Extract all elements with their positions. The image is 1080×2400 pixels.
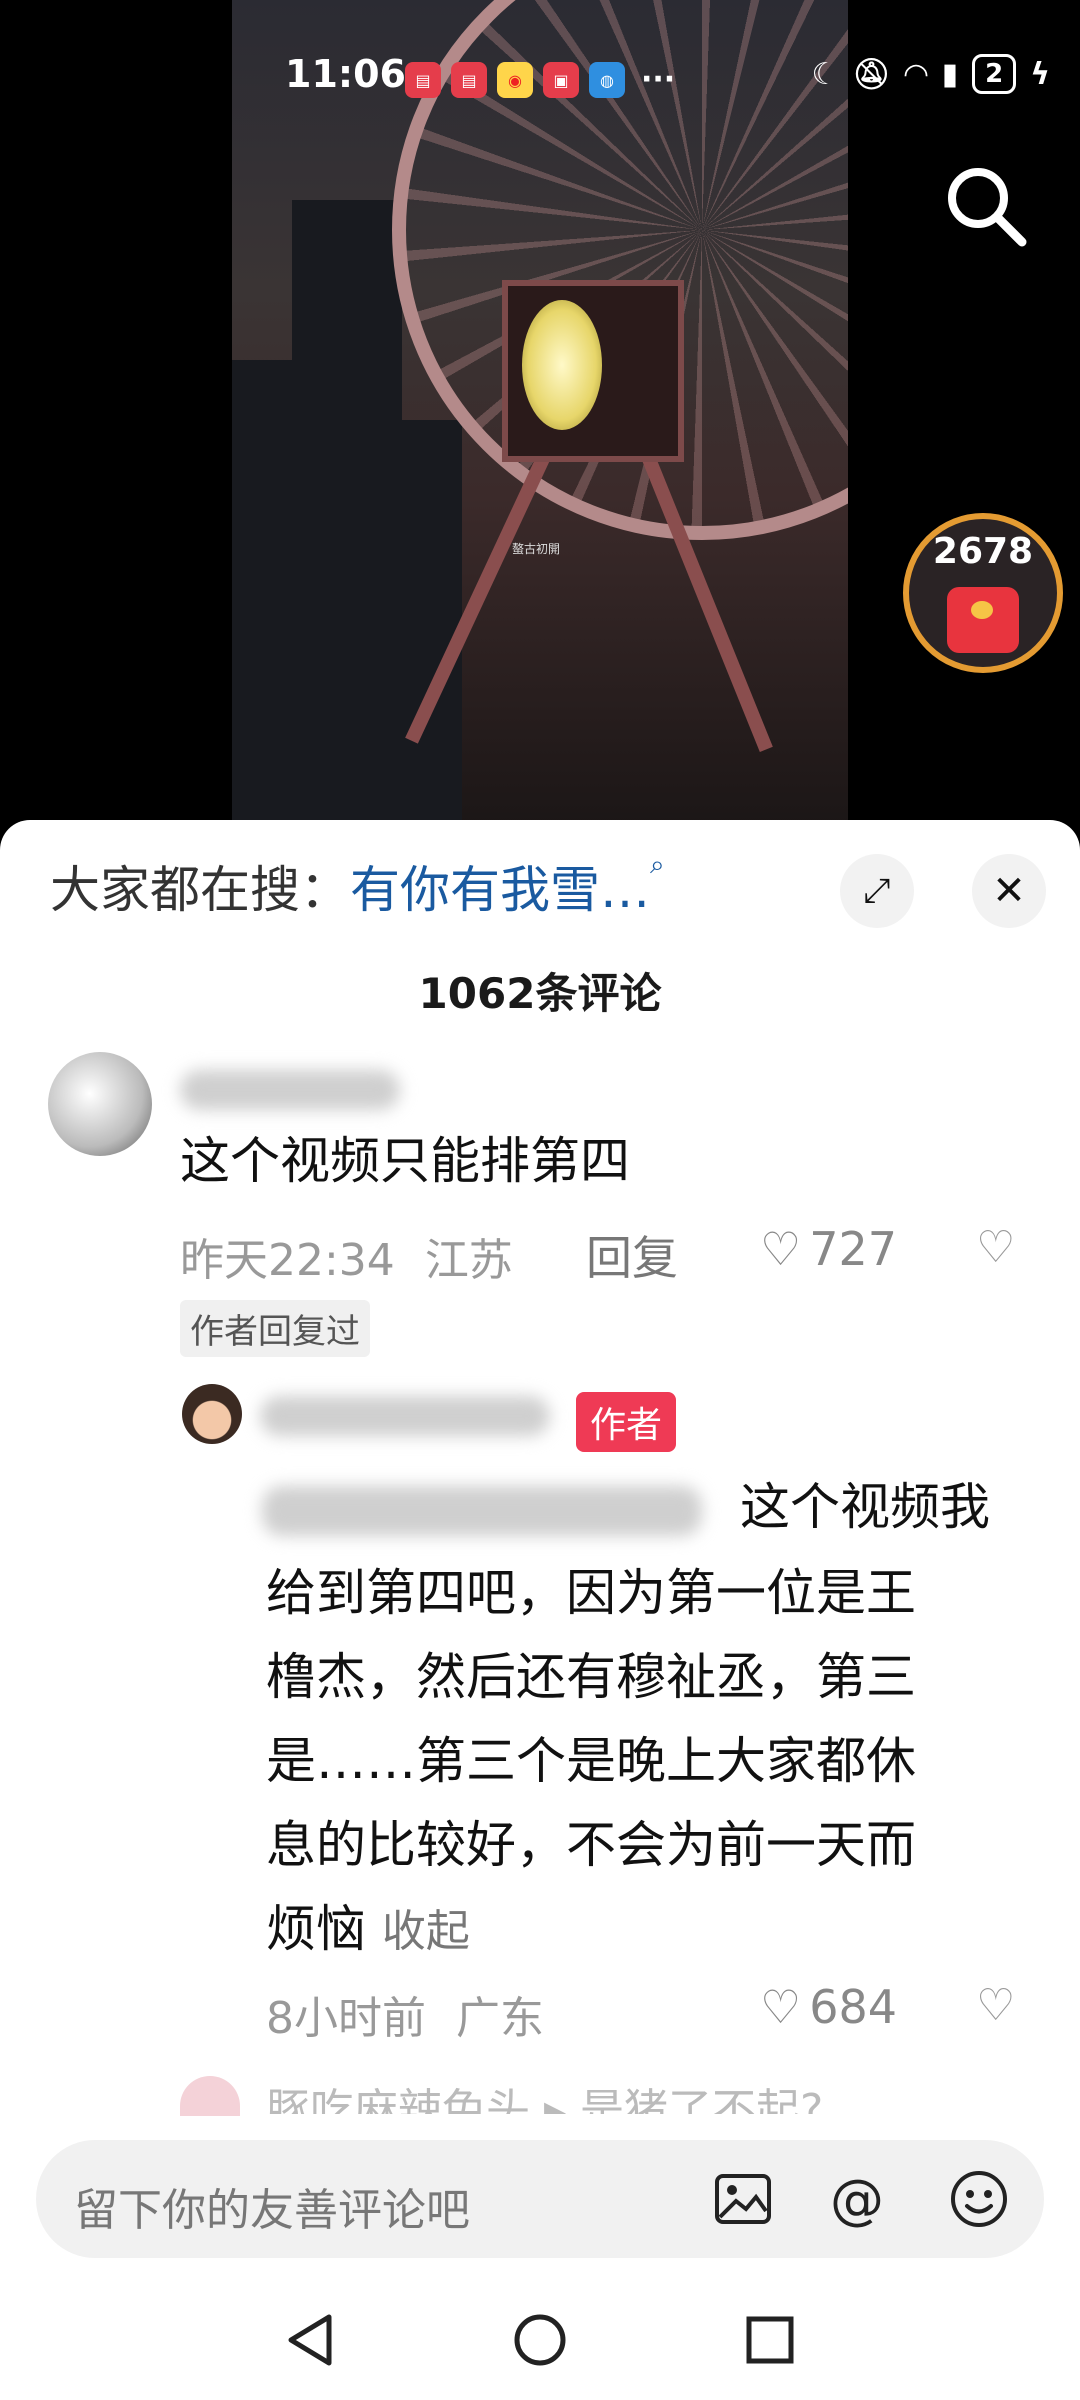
comment-time: 昨天22:34 <box>180 1235 395 1286</box>
author-name-blurred[interactable] <box>260 1396 550 1436</box>
reply-text-line: 这个视频我 <box>740 1478 990 1536</box>
emoji-icon <box>951 2171 1007 2227</box>
alert-icon: ▮ <box>941 56 959 92</box>
wifi-icon: ◠ <box>904 56 928 92</box>
building <box>232 360 312 830</box>
like-button[interactable]: ♡ 727 <box>760 1222 897 1276</box>
video-frame[interactable]: 螯古初開 <box>232 0 848 830</box>
expand-button[interactable]: ⤢ <box>840 854 914 928</box>
reply-like-count: 684 <box>809 1980 898 2034</box>
reply-text-line: 息的比较好，不会为前一天而 <box>266 1816 916 1874</box>
home-button[interactable] <box>510 2310 570 2370</box>
next-comment-preview[interactable]: 豚吃麻辣兔头 ▸ 是猪了不起? <box>266 2074 823 2114</box>
hub-light <box>522 300 602 430</box>
comment-input-bar[interactable]: 留下你的友善评论吧 @ <box>36 2140 1044 2258</box>
emoji-button[interactable] <box>948 2168 1010 2230</box>
video-watermark: 螯古初開 <box>512 542 561 556</box>
comment-location: 江苏 <box>424 1235 513 1286</box>
reply-like-button[interactable]: ♡ 684 <box>760 1980 897 2034</box>
weibo-icon: ◉ <box>497 62 533 98</box>
comment-meta: 昨天22:34 江苏 <box>180 1224 513 1288</box>
reply-text-line: 是……第三个是晚上大家都休 <box>266 1732 916 1790</box>
collapse-button[interactable]: 收起 <box>382 1906 470 1957</box>
reply-time: 8小时前 <box>266 1993 426 2044</box>
search-suggestion-term[interactable]: 有你有我雪… <box>350 861 650 919</box>
close-button[interactable]: ✕ <box>972 854 1046 928</box>
mention-button[interactable]: @ <box>826 2167 888 2231</box>
avatar[interactable] <box>48 1052 152 1156</box>
home-icon <box>514 2314 566 2366</box>
search-button[interactable] <box>940 160 1030 250</box>
at-icon: @ <box>830 2167 884 2231</box>
more-notifications: ··· <box>641 62 676 97</box>
reply-text-line: 橹杰，然后还有穆祉丞，第三 <box>266 1648 916 1706</box>
charging-icon: ϟ <box>1030 56 1050 92</box>
author-avatar[interactable] <box>182 1384 242 1444</box>
comment-input[interactable]: 留下你的友善评论吧 <box>74 2174 470 2238</box>
username-blurred[interactable] <box>180 1070 400 1110</box>
expand-icon: ⤢ <box>863 871 891 911</box>
reply-button[interactable]: 回复 <box>586 1222 678 1288</box>
recents-button[interactable] <box>740 2310 800 2370</box>
browser-icon: ◍ <box>589 62 625 98</box>
image-button[interactable] <box>712 2168 774 2230</box>
heart-icon: ♡ <box>760 1980 802 2034</box>
image-icon <box>715 2174 771 2224</box>
mention-blurred <box>262 1486 702 1536</box>
status-time: 11:06 <box>285 52 406 96</box>
reply-text-last-line: 烦恼 收起 <box>266 1898 470 1963</box>
moon-icon: ☾ <box>811 56 839 92</box>
book-icon: ▤ <box>451 62 487 98</box>
author-tag: 作者 <box>576 1392 677 1452</box>
notification-icons: ▤ ▤ ◉ ▣ ◍ ··· <box>405 62 675 98</box>
close-icon: ✕ <box>992 868 1026 914</box>
red-packet-icon <box>947 587 1019 653</box>
comment-text: 这个视频只能排第四 <box>180 1132 630 1190</box>
search-icon <box>948 168 1027 247</box>
video-area[interactable]: 螯古初開 <box>0 0 1080 830</box>
mute-icon: 🔕︎ <box>852 56 891 92</box>
status-bar: 11:06 ▤ ▤ ◉ ▣ ◍ ··· ☾ 🔕︎ ◠ ▮ 2 ϟ <box>0 50 1080 110</box>
reply-meta: 8小时前 广东 <box>266 1982 544 2046</box>
heart-icon: ♡ <box>760 1222 802 1276</box>
search-icon: ⌕ <box>650 850 665 880</box>
back-icon <box>288 2314 332 2366</box>
system-nav-bar <box>0 2280 1080 2400</box>
reply-text-line: 烦恼 <box>266 1900 366 1958</box>
comments-count-title: 1062条评论 <box>418 969 662 1018</box>
building <box>372 420 462 830</box>
red-packet-count: 2678 <box>932 531 1034 572</box>
recents-icon <box>746 2316 794 2364</box>
battery-icon: 2 <box>972 54 1017 94</box>
reply-text-line: 给到第四吧，因为第一位是王 <box>266 1564 916 1622</box>
status-right: ☾ 🔕︎ ◠ ▮ 2 ϟ <box>812 54 1050 94</box>
search-suggestion-prefix: 大家都在搜： <box>50 861 350 919</box>
red-packet-widget[interactable]: 2678 <box>903 513 1063 673</box>
author-replied-badge[interactable]: 作者回复过 <box>180 1300 370 1357</box>
like-count: 727 <box>809 1222 898 1276</box>
reply-location: 广东 <box>456 1993 544 2044</box>
dislike-button[interactable]: ♡ <box>976 1222 1015 1273</box>
reply-dislike-button[interactable]: ♡ <box>976 1980 1015 2031</box>
book-icon: ▤ <box>405 62 441 98</box>
news-icon: ▣ <box>543 62 579 98</box>
back-button[interactable] <box>280 2310 340 2370</box>
